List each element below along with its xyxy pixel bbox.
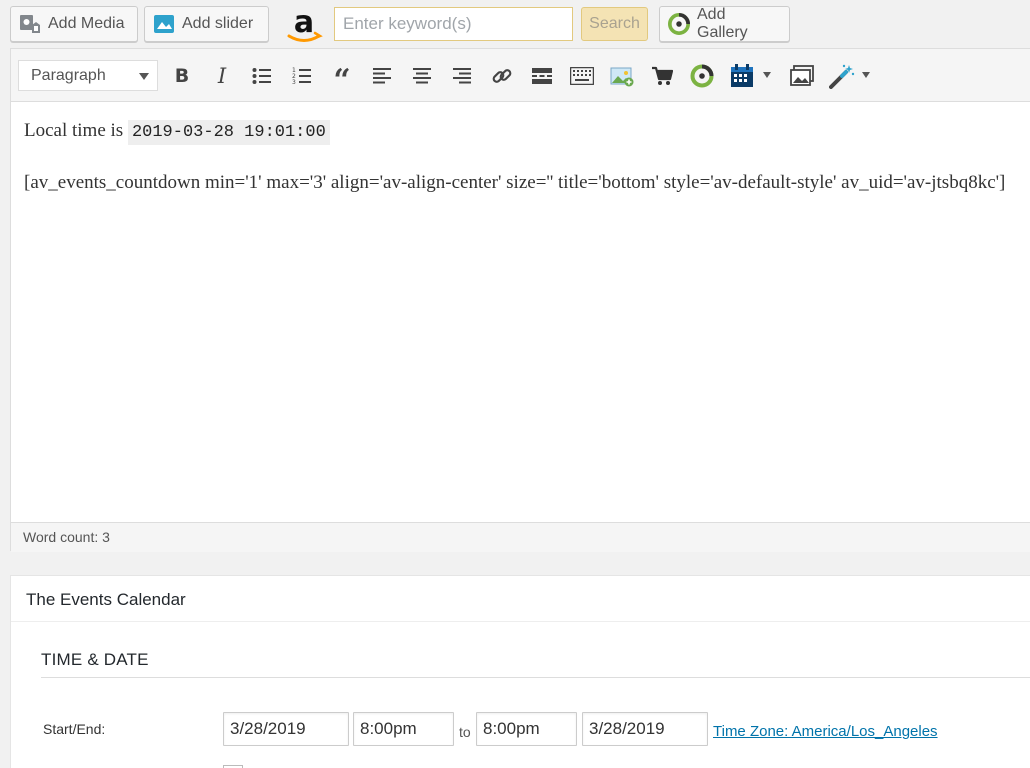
- gallery-icon: [690, 64, 714, 88]
- add-gallery-label: Add Gallery: [697, 6, 748, 41]
- align-left-button[interactable]: [366, 60, 398, 92]
- shortcode-paragraph: [av_events_countdown min='1' max='3' ali…: [24, 172, 1006, 193]
- format-select-value: Paragraph: [31, 66, 106, 84]
- calendar-dropdown-chevron-down-icon[interactable]: [763, 72, 771, 78]
- italic-button[interactable]: I: [206, 60, 238, 92]
- timezone-link[interactable]: Time Zone: America/Los_Angeles: [713, 723, 938, 740]
- bold-button[interactable]: B: [166, 60, 198, 92]
- align-left-icon: [373, 68, 391, 84]
- add-media-button[interactable]: Add Media: [10, 6, 138, 42]
- bulleted-list-icon: [252, 68, 271, 84]
- calendar-button[interactable]: [726, 60, 758, 92]
- numbered-list-icon: 123: [292, 67, 311, 85]
- bulleted-list-button[interactable]: [246, 60, 278, 92]
- bold-icon: B: [174, 65, 190, 87]
- events-calendar-metabox: The Events Calendar TIME & DATE Start/En…: [10, 575, 1030, 768]
- end-date-input[interactable]: 3/28/2019: [582, 712, 708, 746]
- to-label: to: [459, 724, 471, 740]
- add-gallery-button[interactable]: Add Gallery: [659, 6, 790, 42]
- italic-icon: I: [217, 64, 227, 88]
- insert-link-button[interactable]: [486, 60, 518, 92]
- local-time-value: 2019-03-28 19:01:00: [127, 120, 330, 145]
- local-time-paragraph: Local time is 2019-03-28 19:01:00: [24, 120, 330, 145]
- calendar-icon: [731, 64, 753, 87]
- align-center-button[interactable]: [406, 60, 438, 92]
- start-date-input[interactable]: 3/28/2019: [223, 712, 349, 746]
- svg-text:3: 3: [292, 79, 296, 85]
- magic-wand-button[interactable]: [826, 60, 858, 92]
- insert-image-button[interactable]: [606, 60, 638, 92]
- gallery-icon: [668, 13, 690, 35]
- search-button[interactable]: Search: [581, 7, 648, 41]
- shop-button[interactable]: [646, 60, 678, 92]
- add-slider-label: Add slider: [182, 15, 254, 32]
- keyboard-icon: [570, 67, 594, 85]
- local-time-label: Local time is: [24, 120, 128, 141]
- gallery-shortcode-button[interactable]: [686, 60, 718, 92]
- align-right-icon: [453, 68, 471, 84]
- amazon-logo-icon[interactable]: a: [284, 5, 324, 45]
- start-end-label: Start/End:: [43, 721, 106, 737]
- toolbar-toggle-button[interactable]: [566, 60, 598, 92]
- image-add-icon: [610, 67, 634, 87]
- editor-content-area[interactable]: Local time is 2019-03-28 19:01:00 [av_ev…: [11, 102, 1030, 522]
- add-slider-button[interactable]: Add slider: [144, 6, 269, 42]
- add-media-label: Add Media: [48, 15, 125, 32]
- chevron-down-icon: [139, 73, 149, 80]
- divider: [41, 677, 1030, 678]
- images-icon: [790, 65, 814, 86]
- start-time-input[interactable]: 8:00pm: [353, 712, 454, 746]
- magic-wand-icon: [829, 64, 855, 89]
- end-time-input[interactable]: 8:00pm: [476, 712, 577, 746]
- svg-text:a: a: [294, 5, 314, 40]
- magic-wand-dropdown-chevron-down-icon[interactable]: [862, 72, 870, 78]
- content-editor: Paragraph B I 123 “ Local time is 2019-0…: [10, 48, 1030, 552]
- align-center-icon: [413, 68, 431, 84]
- word-count-status: Word count: 3: [11, 522, 1030, 552]
- media-gallery-button[interactable]: [786, 60, 818, 92]
- media-buttons-bar: Add Media Add slider a Search Add Galler…: [0, 0, 1030, 48]
- link-icon: [492, 69, 512, 83]
- read-more-icon: [532, 68, 552, 84]
- slider-icon: [153, 13, 175, 35]
- quote-icon: “: [333, 63, 351, 98]
- format-select[interactable]: Paragraph: [18, 60, 158, 91]
- read-more-button[interactable]: [526, 60, 558, 92]
- add-media-icon: [19, 13, 41, 35]
- numbered-list-button[interactable]: 123: [286, 60, 318, 92]
- time-date-heading: TIME & DATE: [41, 650, 149, 669]
- align-right-button[interactable]: [446, 60, 478, 92]
- events-calendar-title[interactable]: The Events Calendar: [26, 590, 186, 610]
- keyword-input[interactable]: [334, 7, 573, 41]
- divider: [11, 621, 1030, 622]
- blockquote-button[interactable]: “: [326, 60, 358, 96]
- editor-toolbar: Paragraph B I 123 “: [11, 49, 1030, 102]
- cart-icon: [652, 66, 673, 85]
